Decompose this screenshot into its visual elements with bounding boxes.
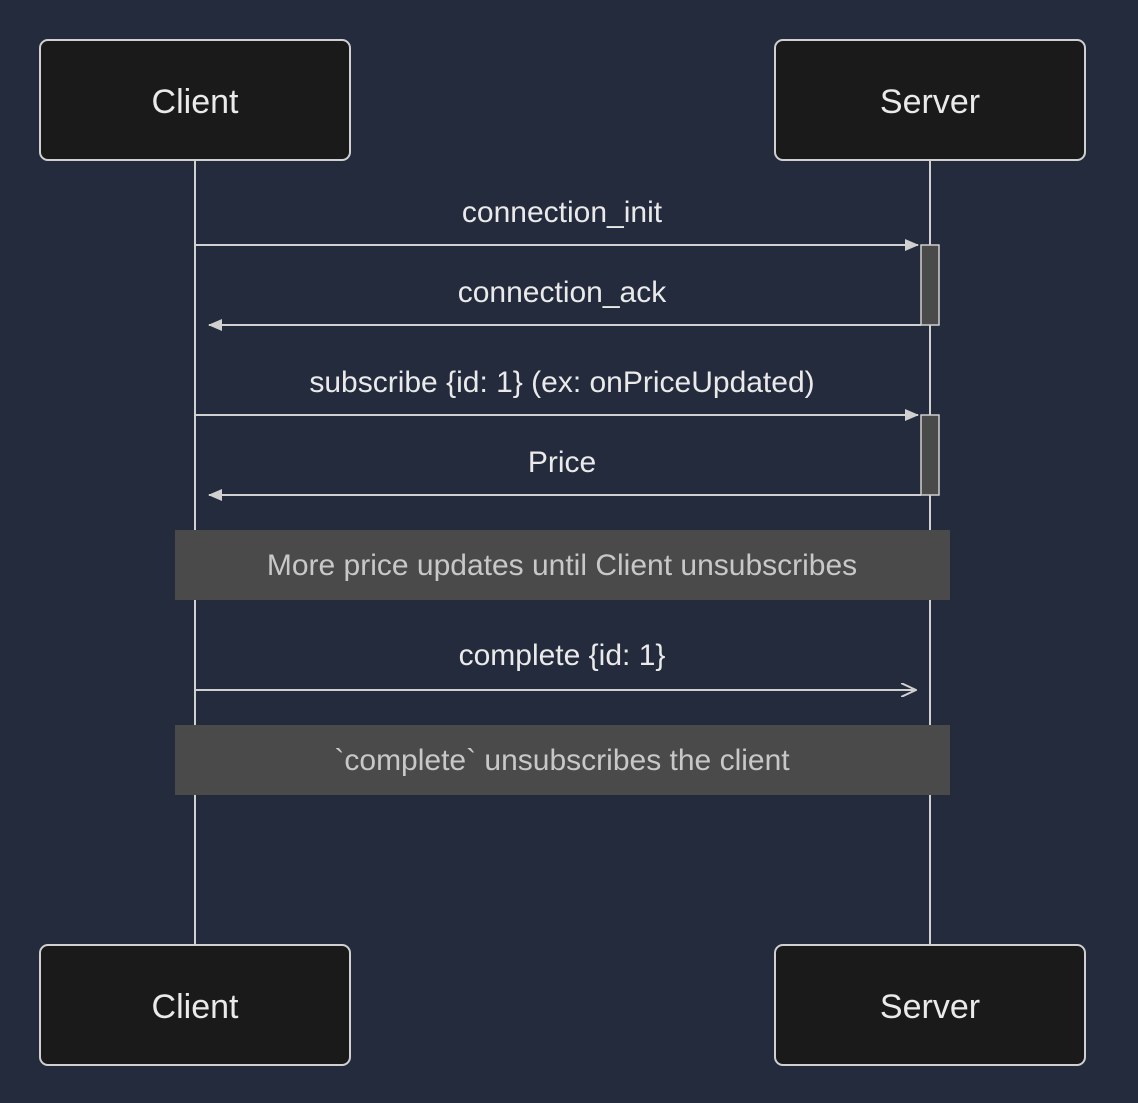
note-unsubscribe-text: `complete` unsubscribes the client [334, 744, 790, 777]
note-more-updates-text: More price updates until Client unsubscr… [267, 549, 857, 582]
server-activation-2 [921, 415, 939, 495]
message-connection-init-label: connection_init [462, 196, 663, 229]
client-actor-bottom-label: Client [152, 988, 239, 1026]
sequence-diagram: Client Server connection_init connection… [0, 0, 1138, 1103]
message-price-label: Price [528, 446, 596, 479]
server-actor-top-label: Server [880, 83, 980, 121]
message-connection-ack-label: connection_ack [458, 276, 667, 309]
message-complete-label: complete {id: 1} [459, 639, 666, 672]
message-subscribe-label: subscribe {id: 1} (ex: onPriceUpdated) [309, 366, 814, 399]
server-activation-1 [921, 245, 939, 325]
server-actor-bottom-label: Server [880, 988, 980, 1026]
client-actor-top-label: Client [152, 83, 239, 121]
